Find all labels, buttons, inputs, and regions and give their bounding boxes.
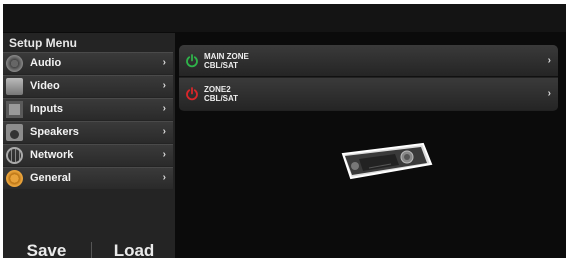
sidebar-item-label: Video [30, 80, 60, 92]
setup-app-window: Setup Menu Audio › Video › Inputs › Spea… [3, 4, 566, 258]
save-button[interactable]: Save [3, 242, 90, 259]
chevron-right-icon: › [547, 55, 551, 66]
save-load-bar: Save Load [3, 242, 175, 258]
speaker-cone-icon [6, 55, 23, 72]
zone-row-main-zone[interactable]: MAIN ZONE CBL/SAT › [179, 45, 558, 77]
sidebar-item-general[interactable]: General › [3, 167, 173, 189]
sidebar-item-label: Speakers [30, 126, 79, 138]
sidebar-item-audio[interactable]: Audio › [3, 52, 173, 74]
sidebar-title: Setup Menu [9, 36, 77, 50]
gear-icon [6, 170, 23, 187]
globe-icon [6, 147, 23, 164]
zone-label: MAIN ZONE CBL/SAT [204, 52, 249, 70]
power-icon[interactable] [185, 54, 199, 68]
sidebar-item-video[interactable]: Video › [3, 75, 173, 97]
sidebar-item-label: General [30, 172, 71, 184]
top-bar [3, 4, 566, 32]
chevron-right-icon: › [162, 80, 166, 91]
av-receiver-icon [341, 142, 433, 180]
zone-name: ZONE2 [204, 85, 231, 94]
monitor-icon [6, 78, 23, 95]
chevron-right-icon: › [162, 172, 166, 183]
sidebar-item-speakers[interactable]: Speakers › [3, 121, 173, 143]
chevron-right-icon: › [162, 103, 166, 114]
chevron-right-icon: › [162, 57, 166, 68]
zone-source: CBL/SAT [204, 61, 239, 70]
sidebar-item-label: Inputs [30, 103, 63, 115]
zone-source: CBL/SAT [204, 94, 239, 103]
zone-label: ZONE2 CBL/SAT [204, 85, 238, 103]
sidebar-item-inputs[interactable]: Inputs › [3, 98, 173, 120]
setup-menu-sidebar: Setup Menu Audio › Video › Inputs › Spea… [3, 33, 175, 258]
sidebar-item-network[interactable]: Network › [3, 144, 173, 166]
chevron-right-icon: › [547, 88, 551, 99]
sidebar-item-label: Audio [30, 57, 62, 69]
chevron-right-icon: › [162, 126, 166, 137]
zone-row-zone2[interactable]: ZONE2 CBL/SAT › [179, 78, 558, 110]
setup-menu-list: Audio › Video › Inputs › Speakers › Netw… [3, 52, 173, 190]
sidebar-item-label: Network [30, 149, 74, 161]
chevron-right-icon: › [162, 149, 166, 160]
zone-name: MAIN ZONE [204, 52, 249, 61]
load-button[interactable]: Load [91, 242, 176, 258]
zone-list: MAIN ZONE CBL/SAT › ZONE2 CBL/SAT › [179, 45, 558, 111]
power-icon[interactable] [185, 87, 199, 101]
speaker-box-icon [6, 124, 23, 141]
input-jack-icon [6, 101, 23, 118]
